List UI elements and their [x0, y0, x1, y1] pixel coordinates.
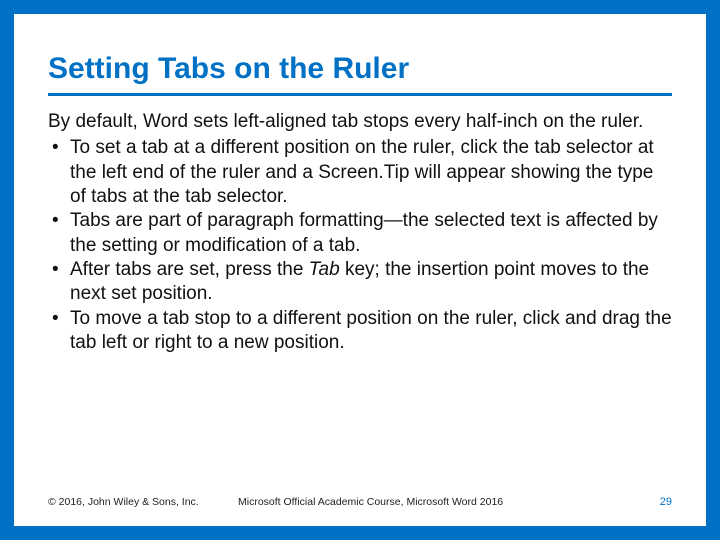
list-item: To move a tab stop to a different positi…	[48, 307, 672, 356]
slide-footer: © 2016, John Wiley & Sons, Inc. Microsof…	[48, 496, 672, 508]
list-item: To set a tab at a different position on …	[48, 136, 672, 209]
bullet-text-prefix: After tabs are set, press the	[70, 259, 309, 280]
list-item: After tabs are set, press the Tab key; t…	[48, 258, 672, 307]
course-name: Microsoft Official Academic Course, Micr…	[238, 496, 672, 508]
slide: Setting Tabs on the Ruler By default, Wo…	[14, 14, 706, 526]
slide-body: By default, Word sets left-aligned tab s…	[48, 110, 672, 355]
list-item: Tabs are part of paragraph formatting—th…	[48, 209, 672, 258]
bullet-text: To set a tab at a different position on …	[70, 137, 654, 207]
bullet-text: Tabs are part of paragraph formatting—th…	[70, 210, 658, 255]
tab-key-label: Tab	[309, 259, 340, 280]
slide-title: Setting Tabs on the Ruler	[48, 52, 672, 96]
bullet-list: To set a tab at a different position on …	[48, 136, 672, 355]
bullet-text: To move a tab stop to a different positi…	[70, 308, 672, 353]
intro-text: By default, Word sets left-aligned tab s…	[48, 110, 672, 134]
copyright-text: © 2016, John Wiley & Sons, Inc.	[48, 496, 199, 508]
